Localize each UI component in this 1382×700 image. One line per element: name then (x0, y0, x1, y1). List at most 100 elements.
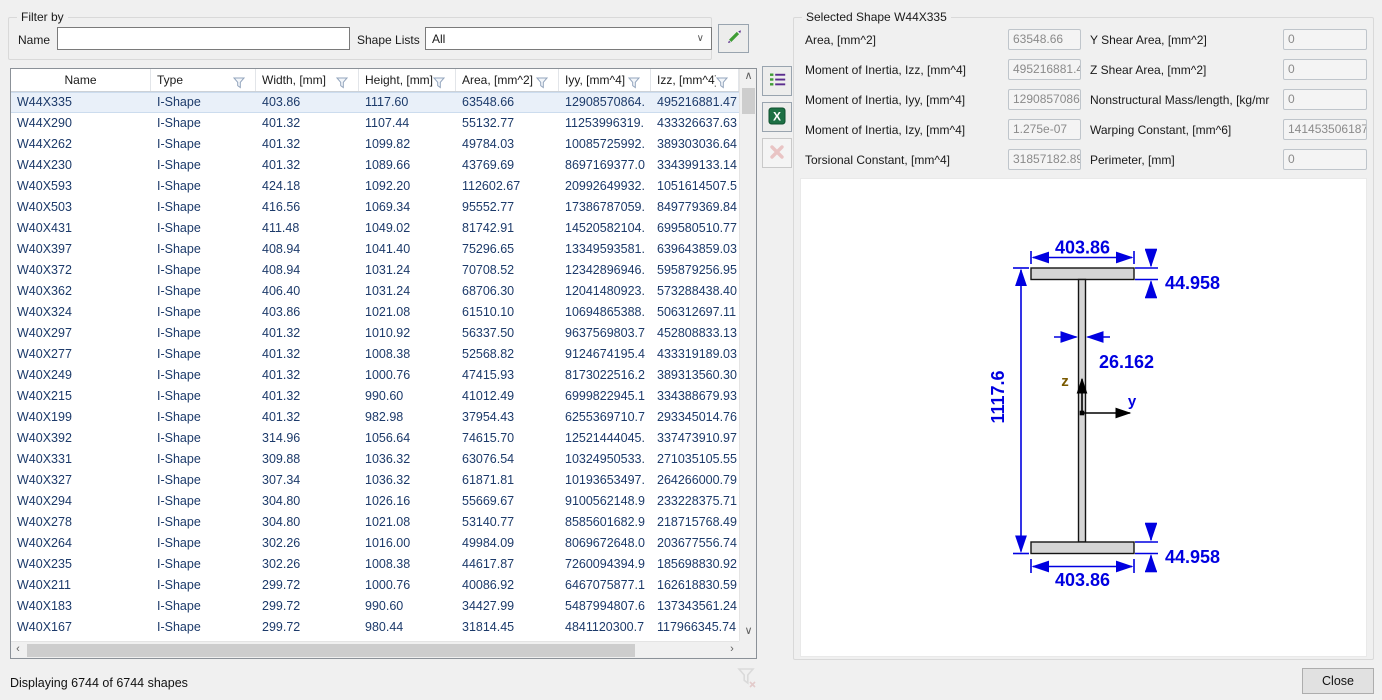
cell-name: W40X331 (11, 449, 151, 470)
cell-area: 95552.77 (456, 197, 559, 218)
z-shear-area-value: 0 (1283, 59, 1367, 80)
cell-type: I-Shape (151, 260, 256, 281)
filter-funnel-icon[interactable] (336, 74, 348, 91)
shape-lists-label: Shape Lists (357, 33, 420, 47)
table-row[interactable]: W44X335I-Shape403.861117.6063548.6612908… (11, 92, 739, 113)
cell-area: 40086.92 (456, 575, 559, 596)
column-header-name[interactable]: Name (11, 69, 151, 91)
table-row[interactable]: W40X249I-Shape401.321000.7647415.9381730… (11, 365, 739, 386)
cell-iyy: 13349593581. (559, 239, 651, 260)
scroll-down-icon[interactable]: ∨ (740, 624, 757, 641)
torsional-constant-value: 31857182.89 (1008, 149, 1081, 170)
iyy-value: 12908570864.2 (1008, 89, 1081, 110)
cell-area: 55132.77 (456, 113, 559, 134)
table-row[interactable]: W40X215I-Shape401.32990.6041012.49699982… (11, 386, 739, 407)
cell-izz: 699580510.77 (651, 218, 739, 239)
table-row[interactable]: W40X431I-Shape411.481049.0281742.9114520… (11, 218, 739, 239)
table-row[interactable]: W40X183I-Shape299.72990.6034427.99548799… (11, 596, 739, 617)
cell-area: 61510.10 (456, 302, 559, 323)
cell-area: 41012.49 (456, 386, 559, 407)
remove-shape-button[interactable] (762, 138, 792, 168)
table-row[interactable]: W40X324I-Shape403.861021.0861510.1010694… (11, 302, 739, 323)
cell-name: W40X297 (11, 323, 151, 344)
table-row[interactable]: W40X264I-Shape302.261016.0049984.0980696… (11, 533, 739, 554)
export-excel-button[interactable]: X (762, 102, 792, 132)
horizontal-scrollbar[interactable]: ‹ › (11, 641, 739, 658)
table-row[interactable]: W44X290I-Shape401.321107.4455132.7711253… (11, 113, 739, 134)
filter-funnel-icon[interactable] (233, 74, 245, 91)
vertical-scrollbar[interactable]: ∧ ∨ (739, 69, 756, 641)
cell-name: W40X183 (11, 596, 151, 617)
filter-funnel-icon[interactable] (536, 74, 548, 91)
table-row[interactable]: W40X277I-Shape401.321008.3852568.8291246… (11, 344, 739, 365)
cell-type: I-Shape (151, 281, 256, 302)
column-header-height[interactable]: Height, [mm] (359, 69, 456, 91)
cell-type: I-Shape (151, 386, 256, 407)
table-row[interactable]: W40X331I-Shape309.881036.3263076.5410324… (11, 449, 739, 470)
cell-height: 1036.32 (359, 470, 456, 491)
close-button[interactable]: Close (1302, 668, 1374, 694)
horizontal-scroll-thumb[interactable] (27, 644, 635, 657)
top-flange-thickness-dimension (1135, 250, 1158, 298)
cell-width: 304.80 (256, 512, 359, 533)
cell-izz: 264266000.79 (651, 470, 739, 491)
svg-text:X: X (773, 109, 781, 123)
vertical-scroll-thumb[interactable] (742, 88, 755, 114)
cell-width: 307.34 (256, 470, 359, 491)
scroll-right-icon[interactable]: › (725, 642, 739, 659)
filter-funnel-icon[interactable] (628, 74, 640, 91)
cell-name: W40X249 (11, 365, 151, 386)
column-header-area[interactable]: Area, [mm^2] (456, 69, 559, 91)
table-row[interactable]: W40X167I-Shape299.72980.4431814.45484112… (11, 617, 739, 638)
table-row[interactable]: W40X397I-Shape408.941041.4075296.6513349… (11, 239, 739, 260)
funnel-clear-icon[interactable] (736, 666, 758, 693)
name-filter-input[interactable] (57, 27, 350, 50)
filter-funnel-icon[interactable] (716, 74, 728, 91)
table-row[interactable]: W40X199I-Shape401.32982.9837954.43625536… (11, 407, 739, 428)
table-row[interactable]: W40X392I-Shape314.961056.6474615.7012521… (11, 428, 739, 449)
column-header-izz[interactable]: Izz, [mm^4] (651, 69, 739, 91)
cell-area: 49784.03 (456, 134, 559, 155)
cell-izz: 506312697.11 (651, 302, 739, 323)
table-row[interactable]: W40X327I-Shape307.341036.3261871.8110193… (11, 470, 739, 491)
cell-height: 1049.02 (359, 218, 456, 239)
top-flange-thickness-text: 44.958 (1165, 273, 1220, 293)
cell-izz: 185698830.92 (651, 554, 739, 575)
scrollbar-corner (739, 641, 756, 658)
column-header-iyy[interactable]: Iyy, [mm^4] (559, 69, 651, 91)
table-row[interactable]: W40X294I-Shape304.801026.1655669.6791005… (11, 491, 739, 512)
shape-lists-dropdown[interactable]: All ∨ (425, 27, 712, 50)
cell-name: W40X397 (11, 239, 151, 260)
cell-width: 401.32 (256, 155, 359, 176)
table-row[interactable]: W40X278I-Shape304.801021.0853140.7785856… (11, 512, 739, 533)
cell-height: 1099.82 (359, 134, 456, 155)
cell-height: 1021.08 (359, 512, 456, 533)
table-row[interactable]: W40X235I-Shape302.261008.3844617.8772600… (11, 554, 739, 575)
edit-shape-list-button[interactable] (762, 66, 792, 96)
bottom-flange-thickness-dimension (1135, 524, 1158, 572)
cell-height: 1008.38 (359, 554, 456, 575)
table-row[interactable]: W44X230I-Shape401.321089.6643769.6986971… (11, 155, 739, 176)
column-header-type[interactable]: Type (151, 69, 256, 91)
cell-iyy: 10324950533. (559, 449, 651, 470)
cell-iyy: 6255369710.7 (559, 407, 651, 428)
cell-name: W40X278 (11, 512, 151, 533)
table-row[interactable]: W44X262I-Shape401.321099.8249784.0310085… (11, 134, 739, 155)
cell-area: 31814.45 (456, 617, 559, 638)
table-row[interactable]: W40X503I-Shape416.561069.3495552.7717386… (11, 197, 739, 218)
edit-shape-lists-button[interactable] (718, 24, 749, 53)
scroll-left-icon[interactable]: ‹ (11, 642, 25, 659)
table-row[interactable]: W40X211I-Shape299.721000.7640086.9264670… (11, 575, 739, 596)
cell-width: 408.94 (256, 239, 359, 260)
y-shear-area-label: Y Shear Area, [mm^2] (1090, 33, 1282, 47)
scroll-up-icon[interactable]: ∧ (740, 69, 757, 86)
table-row[interactable]: W40X372I-Shape408.941031.2470708.5212342… (11, 260, 739, 281)
filter-funnel-icon[interactable] (433, 74, 445, 91)
cell-area: 63076.54 (456, 449, 559, 470)
cell-name: W40X277 (11, 344, 151, 365)
cell-type: I-Shape (151, 302, 256, 323)
table-row[interactable]: W40X362I-Shape406.401031.2468706.3012041… (11, 281, 739, 302)
column-header-width[interactable]: Width, [mm] (256, 69, 359, 91)
table-row[interactable]: W40X593I-Shape424.181092.20112602.672099… (11, 176, 739, 197)
table-row[interactable]: W40X297I-Shape401.321010.9256337.5096375… (11, 323, 739, 344)
